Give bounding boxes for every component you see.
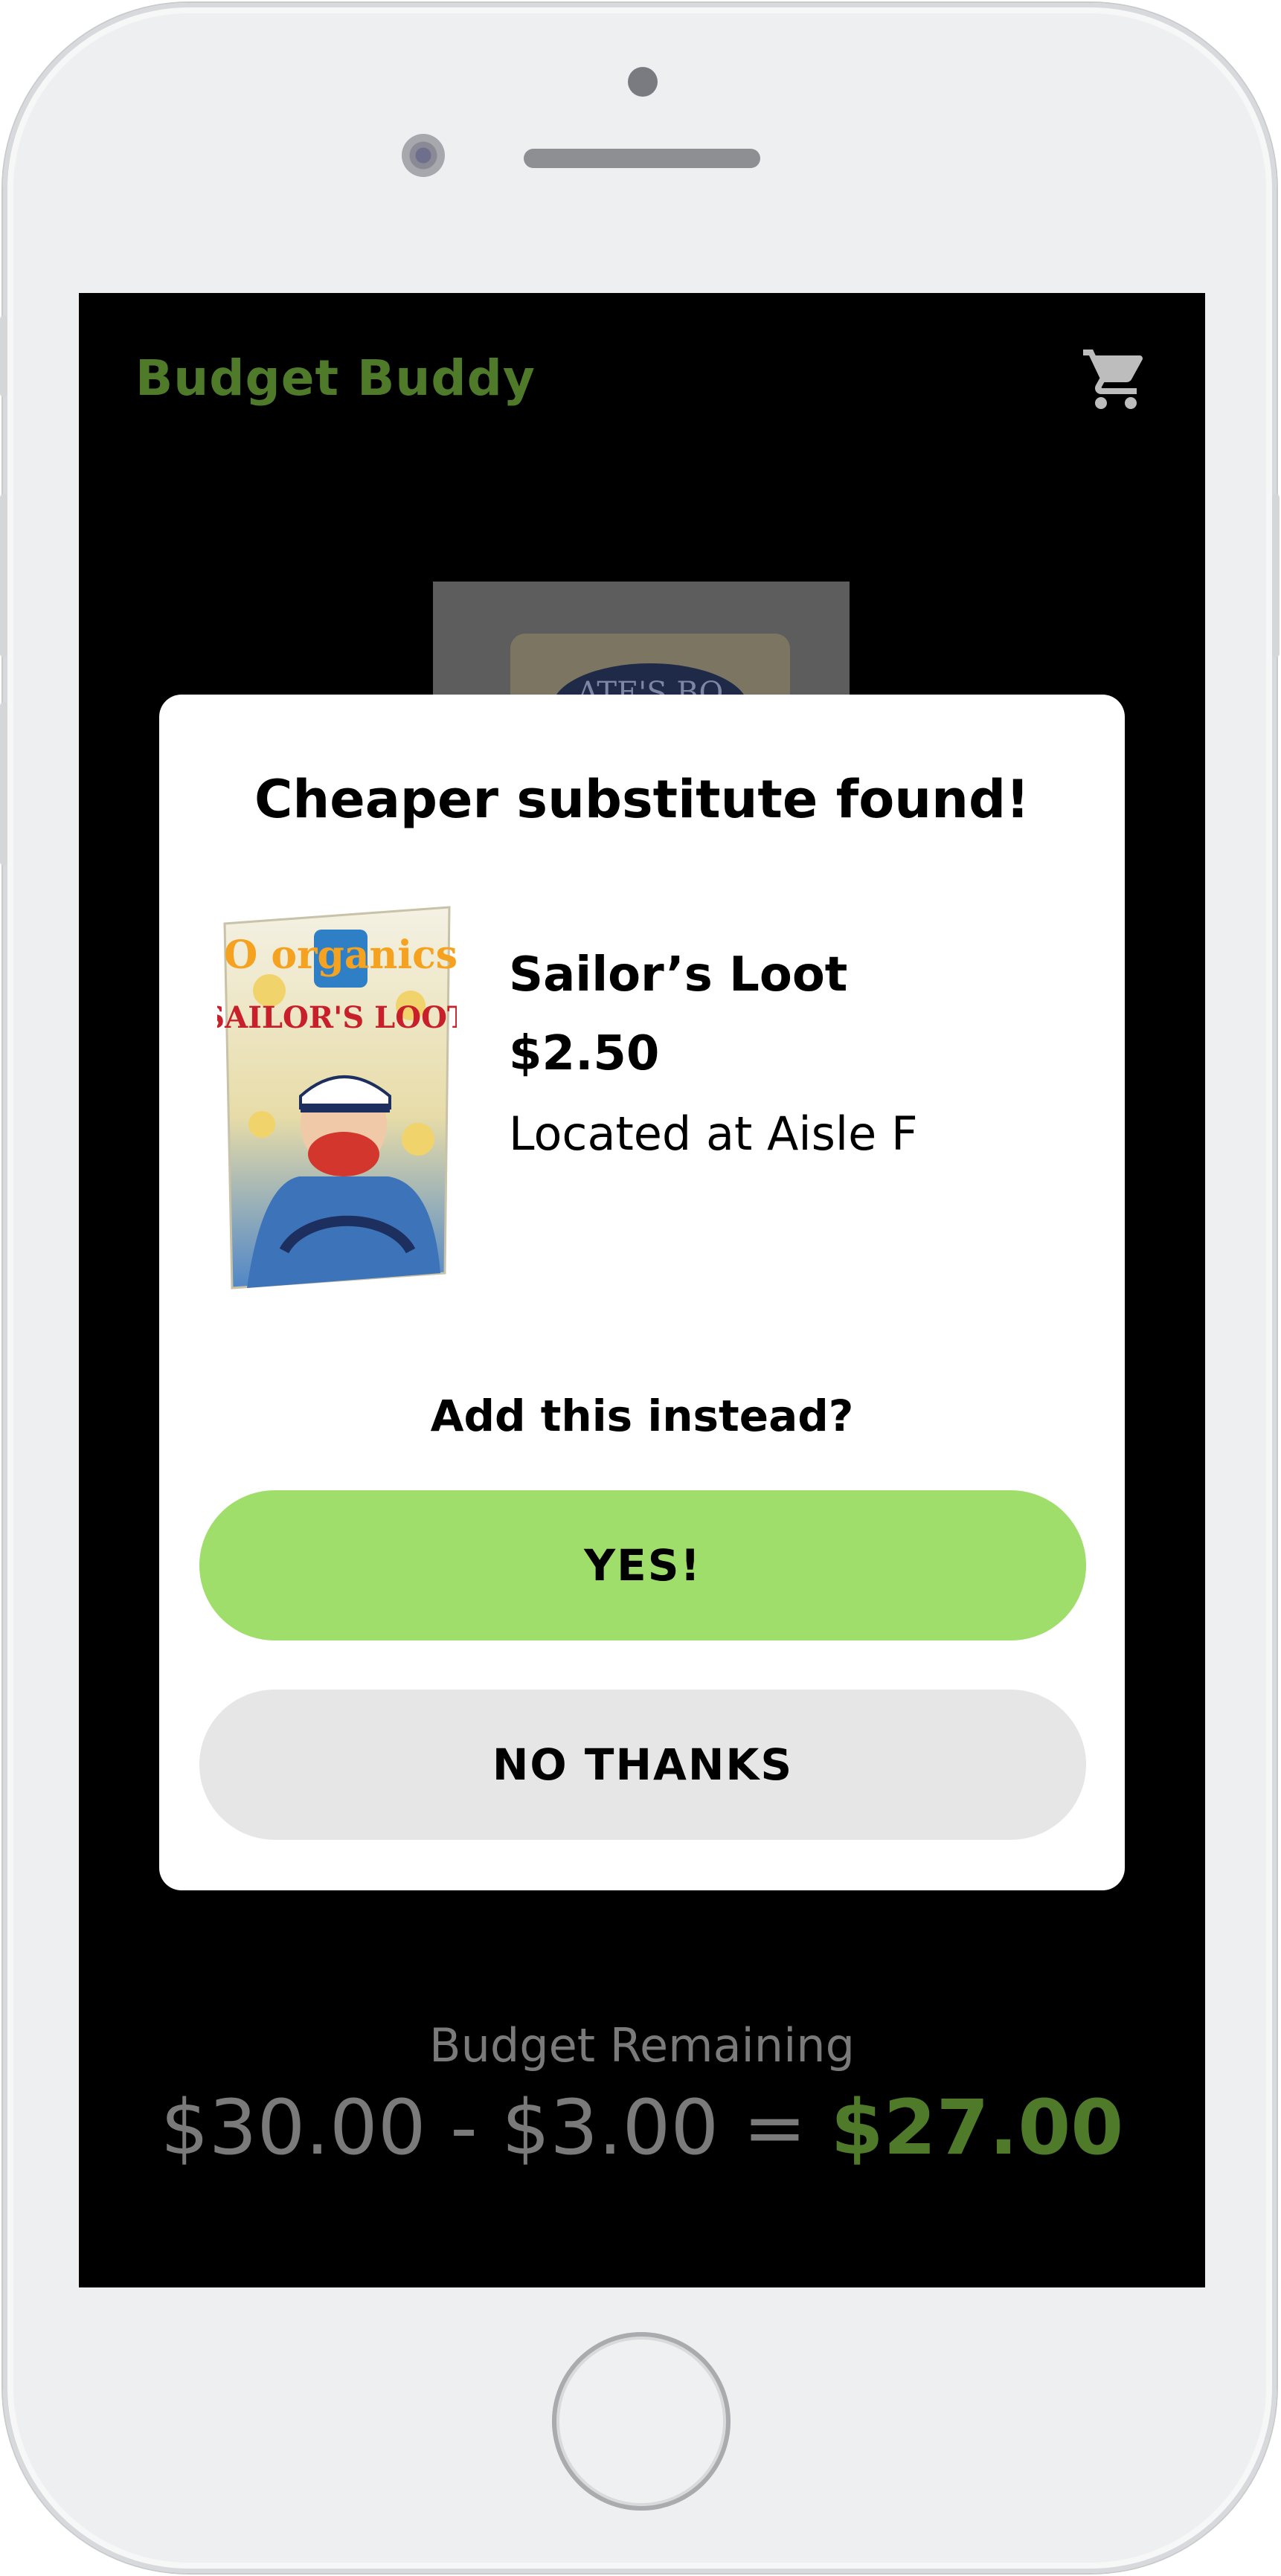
shopping-cart-icon[interactable] (1080, 344, 1152, 415)
earpiece-speaker (524, 149, 760, 168)
dialog-title: Cheaper substitute found! (254, 769, 1030, 830)
substitute-product-price: $2.50 (509, 1026, 660, 1081)
app-title: Budget Buddy (135, 350, 536, 407)
substitute-product-name: Sailor’s Loot (509, 947, 848, 1002)
app-screen: Budget Buddy ATE'S BO Cheaper substitute… (79, 293, 1205, 2287)
phone-frame: Budget Buddy ATE'S BO Cheaper substitute… (0, 3, 1280, 2573)
substitute-product-image: O organics SAILOR'S LOOT (217, 906, 457, 1289)
accept-substitute-button[interactable]: YES! (199, 1490, 1086, 1640)
budget-minus-sign: - (450, 2084, 478, 2172)
home-button[interactable] (552, 2332, 731, 2511)
proximity-sensor (628, 67, 658, 97)
power-button (1272, 494, 1280, 657)
volume-up-button (0, 494, 7, 657)
budget-spent-amount: $3.00 (501, 2084, 719, 2172)
budget-remaining-label: Budget Remaining (429, 2018, 855, 2073)
front-camera (402, 134, 445, 177)
budget-start-amount: $30.00 (160, 2084, 426, 2172)
bag-name-text: SAILOR'S LOOT (217, 1000, 457, 1035)
budget-equals-sign: = (742, 2084, 807, 2172)
decline-substitute-button[interactable]: NO THANKS (199, 1690, 1086, 1840)
substitute-question: Add this instead? (430, 1391, 854, 1441)
budget-remaining-amount: $27.00 (830, 2084, 1124, 2172)
substitute-product-location: Located at Aisle F (509, 1107, 918, 1161)
bag-brand-text: O organics (224, 933, 457, 978)
volume-down-button (0, 702, 7, 866)
mute-switch (0, 315, 7, 397)
substitute-dialog: Cheaper substitute found! O organics SAI… (159, 695, 1125, 1890)
budget-equation: $30.00 - $3.00 = $27.00 (79, 2084, 1205, 2172)
